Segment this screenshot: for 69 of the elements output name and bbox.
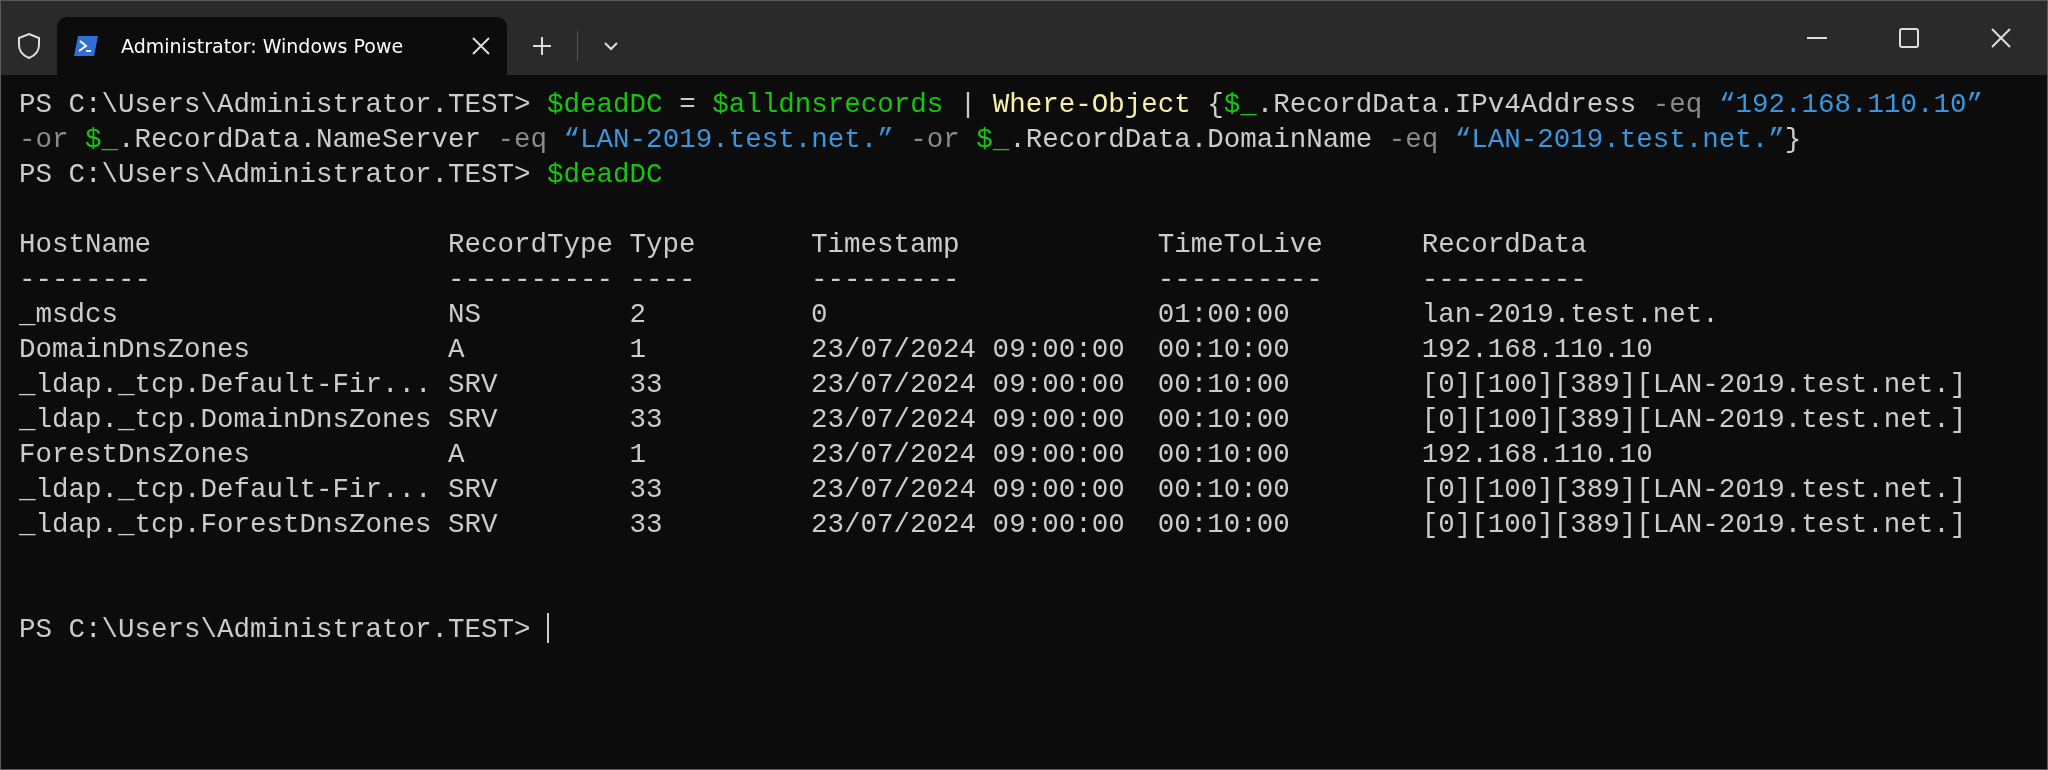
table-cell: 00:10:00 [1157, 369, 1290, 400]
close-tab-button[interactable] [471, 36, 491, 56]
table-cell: _msdcs [19, 299, 119, 330]
table-cell: 1 [629, 439, 647, 470]
table-cell: A [448, 439, 465, 470]
table-cell: _ldap._tcp.Default-Fir... [19, 474, 432, 505]
table-cell: 00:10:00 [1157, 474, 1290, 505]
table-cell: NS [448, 299, 482, 330]
table-cell: [0][100][389][LAN-2019.test.net.] [1421, 369, 1967, 400]
table-cell: SRV [448, 369, 498, 400]
table-cell: _ldap._tcp.ForestDnsZones [19, 509, 432, 540]
table-cell: 2 [629, 299, 647, 330]
table-cell: 00:10:00 [1157, 509, 1290, 540]
powershell-icon [73, 35, 99, 57]
table-cell: 23/07/2024 09:00:00 [811, 334, 1125, 365]
header-underline: ---- [629, 264, 696, 295]
column-header: Type [629, 229, 696, 260]
prompt: PS C:\Users\Administrator.TEST> [19, 614, 531, 645]
column-header: Timestamp [811, 229, 960, 260]
table-cell: [0][100][389][LAN-2019.test.net.] [1421, 509, 1967, 540]
header-underline: ---------- [448, 264, 614, 295]
dropdown-button[interactable] [602, 40, 620, 52]
table-cell: 01:00:00 [1157, 299, 1290, 330]
table-cell: SRV [448, 509, 498, 540]
table-cell: lan-2019.test.net. [1421, 299, 1719, 330]
table-cell: 33 [629, 369, 663, 400]
table-cell: 23/07/2024 09:00:00 [811, 404, 1125, 435]
command-line: PS C:\Users\Administrator.TEST> $deadDC = $alldnsrecords | Where-Object {$_.RecordData.IPv4Address -eq “192.168.110.10” [19, 89, 1983, 120]
terminal-tab[interactable]: Administrator: Windows Powe [57, 17, 507, 75]
header-underline: ---------- [1157, 264, 1323, 295]
tab-title: Administrator: Windows Powe [121, 33, 405, 59]
table-cell: 192.168.110.10 [1421, 334, 1653, 365]
table-cell: 33 [629, 509, 663, 540]
table-cell: 00:10:00 [1157, 439, 1290, 470]
table-cell: 23/07/2024 09:00:00 [811, 439, 1125, 470]
table-cell: SRV [448, 404, 498, 435]
text-cursor [547, 613, 550, 643]
table-cell: 23/07/2024 09:00:00 [811, 474, 1125, 505]
table-cell: A [448, 334, 465, 365]
table-cell: 192.168.110.10 [1421, 439, 1653, 470]
header-underline: -------- [19, 264, 152, 295]
table-cell: ForestDnsZones [19, 439, 251, 470]
table-cell: SRV [448, 474, 498, 505]
column-header: HostName [19, 229, 152, 260]
table-cell: DomainDnsZones [19, 334, 251, 365]
table-cell: 00:10:00 [1157, 334, 1290, 365]
column-header: RecordData [1421, 229, 1587, 260]
close-icon [1990, 27, 2012, 49]
table-cell: 33 [629, 474, 663, 505]
table-cell: 23/07/2024 09:00:00 [811, 509, 1125, 540]
minimize-icon [1807, 36, 1827, 40]
header-underline: --------- [811, 264, 960, 295]
table-cell: 33 [629, 404, 663, 435]
table-cell: 1 [629, 334, 647, 365]
new-tab-button[interactable] [531, 35, 553, 57]
table-cell: _ldap._tcp.DomainDnsZones [19, 404, 432, 435]
table-cell: 0 [811, 299, 828, 330]
header-underline: ---------- [1421, 264, 1587, 295]
maximize-icon [1899, 28, 1919, 48]
command-line: PS C:\Users\Administrator.TEST> $deadDC [19, 159, 663, 190]
column-header: TimeToLive [1157, 229, 1323, 260]
table-cell: [0][100][389][LAN-2019.test.net.] [1421, 404, 1967, 435]
table-cell: [0][100][389][LAN-2019.test.net.] [1421, 474, 1967, 505]
shield-icon[interactable] [17, 32, 41, 60]
table-cell: 23/07/2024 09:00:00 [811, 369, 1125, 400]
command-line: -or $_.RecordData.NameServer -eq “LAN-2019.test.net.” -or $_.RecordData.DomainName -eq “LAN-2019.test.net.”} [19, 124, 1802, 155]
table-cell: _ldap._tcp.Default-Fir... [19, 369, 432, 400]
column-header: RecordType [448, 229, 614, 260]
table-cell: 00:10:00 [1157, 404, 1290, 435]
